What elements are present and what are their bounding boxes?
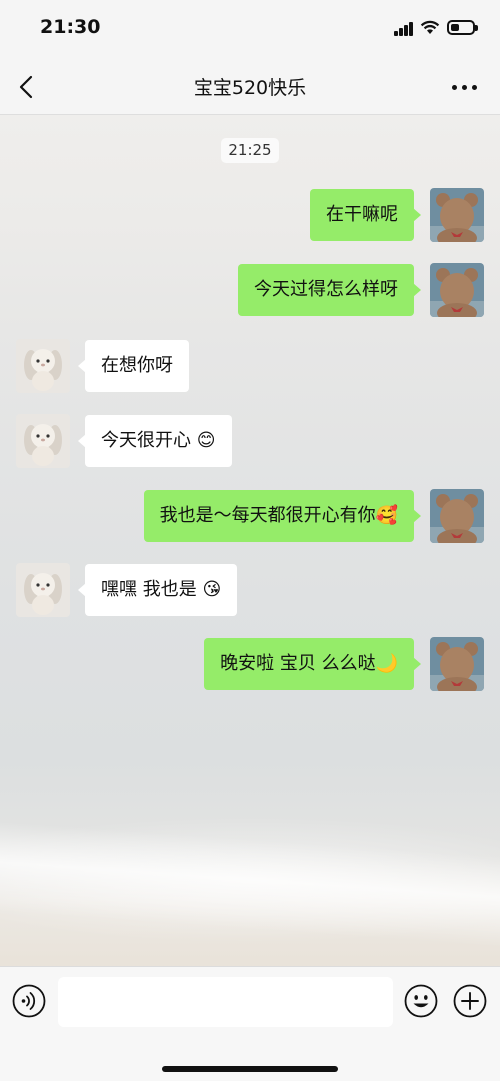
message-row: 嘿嘿 我也是 😘 [0, 563, 500, 617]
message-row: 在干嘛呢 [0, 188, 500, 242]
message-bubble[interactable]: 晚安啦 宝贝 么么哒🌙 [204, 638, 421, 690]
teddy-bear-avatar[interactable] [430, 188, 484, 242]
message-row: 今天过得怎么样呀 [0, 263, 500, 317]
cellular-signal-icon [394, 22, 414, 36]
message-input[interactable] [58, 977, 393, 1027]
battery-level [451, 24, 459, 31]
status-time: 21:30 [40, 16, 101, 38]
message-bubble[interactable]: 在想你呀 [78, 340, 189, 392]
battery-icon [447, 20, 478, 35]
voice-icon[interactable] [12, 984, 46, 1018]
teddy-bear-avatar[interactable] [430, 637, 484, 691]
more-dots-icon[interactable] [448, 74, 482, 100]
message-row: 在想你呀 [0, 339, 500, 393]
input-bar [0, 966, 500, 1081]
message-bubble[interactable]: 嘿嘿 我也是 😘 [77, 564, 238, 616]
message-bubble[interactable]: 今天很开心 😊 [78, 415, 232, 467]
message-row: 我也是～每天都很开心有你🥰 [0, 489, 500, 543]
message-row: 今天很开心 😊 [0, 414, 500, 468]
teddy-bear-avatar[interactable] [430, 263, 484, 317]
plush-bunny-avatar[interactable] [16, 339, 70, 393]
message-row: 晚安啦 宝贝 么么哒🌙 [0, 637, 500, 691]
status-bar: 21:30 [0, 0, 500, 58]
wifi-icon [420, 20, 440, 34]
plus-icon[interactable] [453, 984, 487, 1018]
teddy-bear-avatar[interactable] [430, 489, 484, 543]
chat-title: 宝宝520快乐 [193, 77, 307, 99]
message-bubble[interactable]: 在干嘛呢 [310, 189, 421, 241]
chat-timestamp: 21:25 [221, 138, 279, 163]
home-indicator[interactable] [162, 1066, 338, 1072]
chat-header: 宝宝520快乐 [0, 58, 500, 115]
plush-bunny-avatar[interactable] [16, 414, 70, 468]
plush-bunny-avatar[interactable] [16, 563, 70, 617]
message-bubble[interactable]: 我也是～每天都很开心有你🥰 [143, 490, 422, 542]
message-bubble[interactable]: 今天过得怎么样呀 [238, 264, 421, 316]
emoji-icon[interactable] [404, 984, 438, 1018]
